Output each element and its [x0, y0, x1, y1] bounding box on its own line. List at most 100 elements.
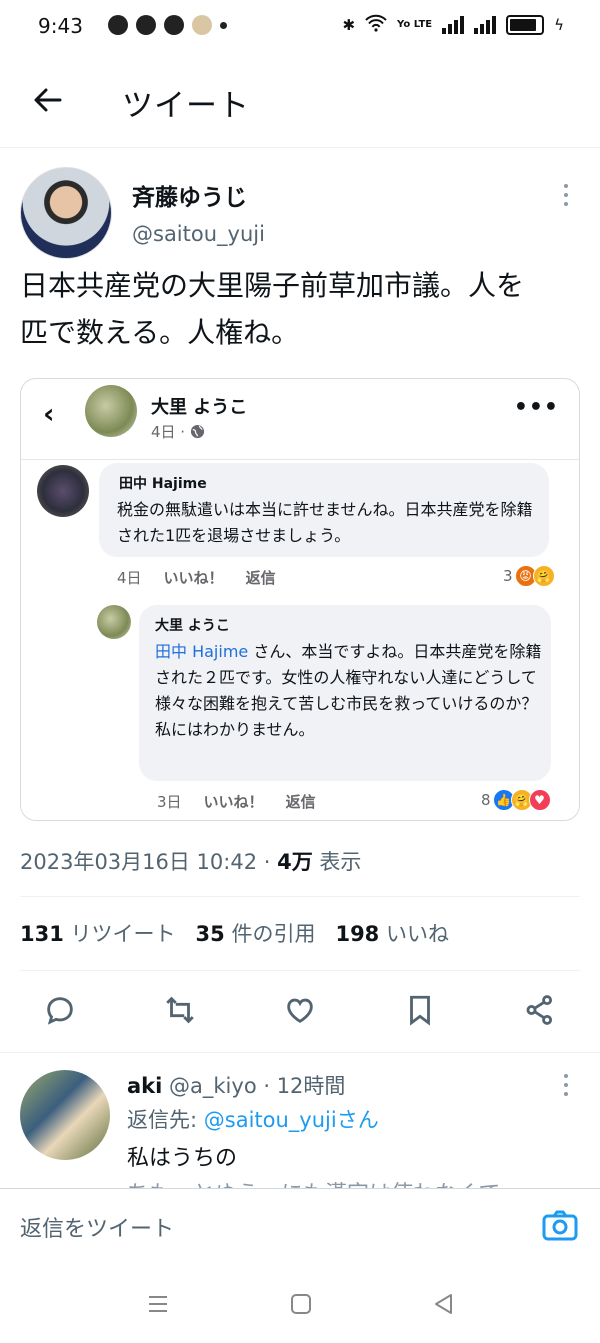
divider: [21, 459, 579, 460]
back-button[interactable]: [30, 82, 66, 118]
network-type: Yo LTE: [397, 19, 433, 30]
home-button[interactable]: [289, 1292, 313, 1316]
bookmark-icon: [410, 995, 430, 1026]
views-label: 表示: [312, 850, 362, 874]
menu-icon: [149, 1296, 167, 1312]
likes-stat[interactable]: 198 いいね: [335, 918, 449, 948]
arrow-left-icon: [34, 88, 62, 112]
charging-icon: ϟ: [554, 16, 564, 34]
chat-app-icon: [108, 15, 128, 35]
reply-more-icon[interactable]: [564, 1074, 570, 1096]
retweet-icon: [166, 996, 194, 1024]
system-icons: ✱ Yo LTE ϟ: [342, 14, 564, 36]
camera-button[interactable]: [542, 1209, 578, 1241]
retweets-stat[interactable]: 131 リツイート: [20, 918, 176, 948]
comment-bubble: 大里 ようこ 田中 Hajime さん、本当ですよね。日本共産党を除籍された２匹…: [139, 605, 551, 781]
tweet-date: 2023年03月16日 10:42 ·: [20, 850, 278, 874]
comment-mention: 田中 Hajime: [155, 642, 249, 661]
like-button[interactable]: [278, 988, 322, 1032]
divider: [20, 896, 580, 897]
reply-to-handle[interactable]: @saitou_yujiさん: [204, 1108, 379, 1132]
game-app-icon: [192, 15, 212, 35]
comment-like-action: いいね！: [203, 793, 264, 811]
comment-like-action: いいね！: [163, 569, 224, 587]
likes-label: いいね: [385, 922, 449, 946]
attached-image[interactable]: ‹ 大里 ようこ 4日 · ••• 田中 Hajime 税金の無駄遣いは本当に許…: [20, 378, 580, 821]
divider: [20, 970, 580, 971]
signal-2-icon: [474, 16, 497, 34]
comment-reactions: 3 😡 🤗: [503, 565, 555, 587]
comment-reply-action: 返信: [245, 569, 276, 587]
reply-to: 返信先: @saitou_yujiさん: [127, 1104, 379, 1134]
news-app-icon: [164, 15, 184, 35]
comment-reply-action: 返信: [285, 793, 316, 811]
commenter-name: 大里 ようこ: [155, 618, 230, 634]
more-menu-icon: •••: [513, 395, 559, 420]
system-nav-bar: [0, 1262, 600, 1343]
divider: [0, 1052, 600, 1053]
reply-author-handle[interactable]: @a_kiyo: [169, 1074, 257, 1098]
comment-meta: 4日 いいね！ 返信: [117, 567, 276, 588]
reply-time: · 12時間: [256, 1074, 346, 1098]
comment-time: 3日: [157, 793, 182, 811]
poster-name: 大里 ようこ: [151, 397, 248, 418]
bluetooth-icon: ✱: [342, 16, 356, 34]
recent-apps-button[interactable]: [146, 1292, 170, 1316]
more-notifications-dot-icon: [220, 21, 227, 29]
reply-to-label: 返信先:: [127, 1108, 204, 1132]
tweet-more-icon[interactable]: [564, 184, 570, 206]
status-bar: 9:43 ✱ Yo LTE ϟ: [0, 0, 600, 52]
reaction-count: 3: [503, 567, 513, 585]
author-name[interactable]: 斉藤ゆうじ: [132, 178, 247, 212]
reply-avatar[interactable]: [20, 1070, 110, 1160]
heart-icon: [287, 998, 313, 1023]
comment-text: 田中 Hajime さん、本当ですよね。日本共産党を除籍された２匹です。女性の人…: [155, 639, 547, 743]
notification-icons: [108, 15, 227, 35]
reply-header: aki @a_kiyo · 12時間: [127, 1070, 345, 1100]
globe-icon: [190, 424, 204, 439]
love-reaction-icon: ♥: [528, 789, 551, 811]
views-count: 4万: [277, 850, 313, 874]
reply-button[interactable]: [38, 988, 82, 1032]
reply-composer: 返信をツイート: [0, 1188, 600, 1264]
camera-icon: [542, 1210, 578, 1241]
comment-meta: 3日 いいね！ 返信: [157, 791, 316, 812]
commenter-avatar: [97, 605, 131, 639]
signal-1-icon: [442, 16, 465, 34]
quotes-stat[interactable]: 35 件の引用: [196, 918, 316, 948]
wifi-icon: [365, 14, 387, 36]
comment-bubble: 田中 Hajime 税金の無駄遣いは本当に許せませんね。日本共産党を除籍された1…: [99, 463, 549, 557]
battery-icon: [506, 15, 545, 35]
commenter-name: 田中 Hajime: [119, 476, 207, 492]
share-button[interactable]: [518, 988, 562, 1032]
tweet-timestamp: 2023年03月16日 10:42 · 4万 表示: [20, 846, 361, 876]
comment-time: 4日: [117, 569, 142, 587]
commenter-avatar: [37, 465, 89, 517]
tweet-text-line: 日本共産党の大里陽子前草加市議。人を: [20, 269, 525, 302]
page-title: ツイート: [122, 88, 250, 124]
bookmark-button[interactable]: [398, 988, 442, 1032]
reply-author-name[interactable]: aki: [127, 1074, 162, 1098]
status-time: 9:43: [38, 14, 83, 38]
comment-icon: [47, 997, 73, 1025]
tweet-text-line: 匹で数える。人権ね。: [20, 316, 300, 349]
retweet-button[interactable]: [158, 988, 202, 1032]
tweet-text: 日本共産党の大里陽子前草加市議。人を 匹で数える。人権ね。: [20, 262, 580, 356]
top-app-bar: ツイート: [0, 52, 600, 148]
likes-count: 198: [335, 922, 380, 946]
author-handle[interactable]: @saitou_yuji: [132, 222, 265, 246]
comment-reactions: 8 👍 🤗 ♥: [481, 789, 551, 811]
tweet-stats: 131 リツイート 35 件の引用 198 いいね: [20, 918, 449, 948]
reply-input[interactable]: 返信をツイート: [20, 1211, 174, 1243]
retweets-count: 131: [20, 922, 64, 946]
quotes-label: 件の引用: [231, 922, 316, 946]
poster-date: 4日 ·: [151, 421, 205, 442]
line-app-icon: [136, 15, 156, 35]
share-icon: [526, 995, 553, 1025]
back-nav-button[interactable]: [432, 1292, 456, 1316]
care-reaction-icon: 🤗: [532, 565, 555, 587]
triangle-back-icon: [435, 1294, 452, 1314]
reaction-count: 8: [481, 791, 491, 809]
author-avatar[interactable]: [20, 167, 112, 259]
retweets-label: リツイート: [70, 922, 176, 946]
